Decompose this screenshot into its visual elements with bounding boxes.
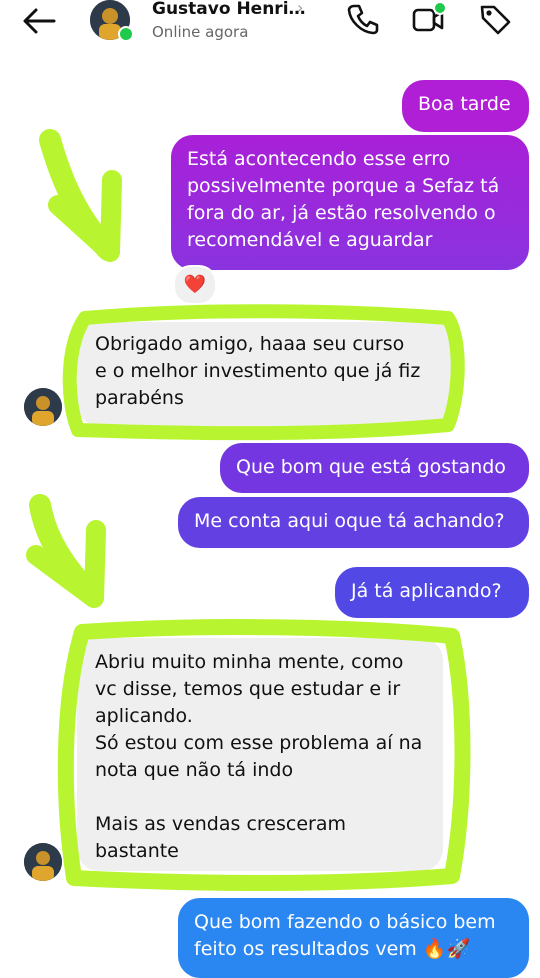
annotation-arrowhead <box>48 170 122 262</box>
message-bubble-incoming[interactable]: Obrigado amigo, haaa seu curso e o melho… <box>77 322 457 426</box>
message-bubble-incoming[interactable]: Abriu muito minha mente, como vc disse, … <box>77 638 443 871</box>
phone-icon[interactable] <box>346 2 380 36</box>
message-bubble-outgoing[interactable]: Está acontecendo esse erro possivelmente… <box>171 135 529 270</box>
message-bubble-outgoing[interactable]: Boa tarde <box>402 80 529 132</box>
tag-icon[interactable] <box>478 2 512 36</box>
message-bubble-outgoing[interactable]: Que bom fazendo o básico bem feito os re… <box>178 898 529 978</box>
heart-reaction[interactable]: ❤️ <box>173 265 217 305</box>
contact-avatar-small[interactable] <box>24 388 62 426</box>
video-active-dot <box>433 1 447 15</box>
message-bubble-outgoing[interactable]: Que bom que está gostando <box>220 443 529 493</box>
contact-status: Online agora <box>152 23 249 41</box>
annotation-arrow <box>29 494 103 606</box>
annotation-arrow <box>39 129 119 261</box>
back-arrow-icon[interactable] <box>20 6 60 36</box>
message-bubble-outgoing[interactable]: Já tá aplicando? <box>335 567 529 618</box>
contact-name[interactable]: Gustavo Henri… <box>152 0 306 19</box>
online-status-dot <box>118 26 134 42</box>
annotation-arrowhead <box>26 520 106 608</box>
chevron-right-icon[interactable]: › <box>297 0 303 17</box>
contact-avatar-small[interactable] <box>24 843 62 881</box>
message-bubble-outgoing[interactable]: Me conta aqui oque tá achando? <box>178 497 529 548</box>
chat-header: Gustavo Henri… › Online agora <box>0 0 540 62</box>
